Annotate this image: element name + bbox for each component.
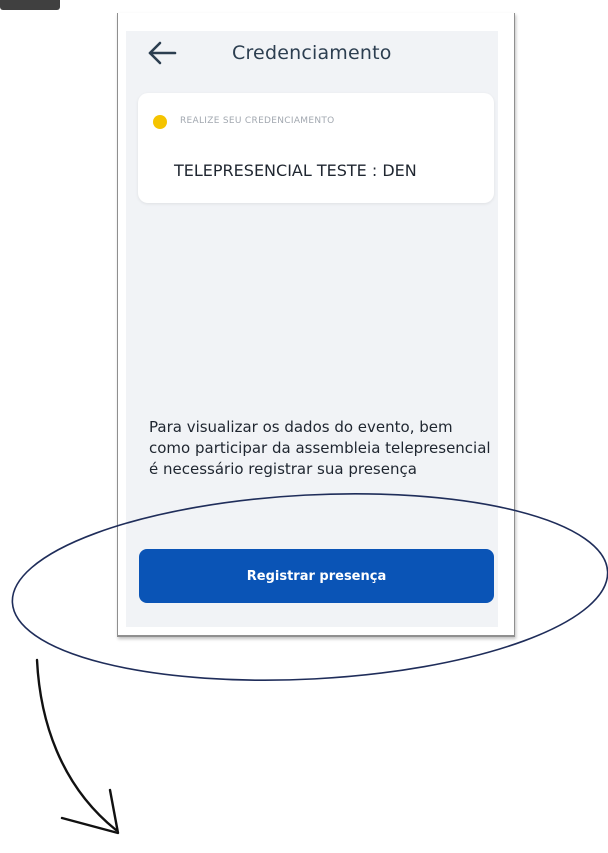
register-presence-button[interactable]: Registrar presença xyxy=(139,549,494,603)
credential-card[interactable]: REALIZE SEU CREDENCIAMENTO TELEPRESENCIA… xyxy=(138,93,494,203)
cropped-fragment xyxy=(0,0,60,10)
event-name: TELEPRESENCIAL TESTE : DEN xyxy=(174,161,417,180)
status-label: REALIZE SEU CREDENCIAMENTO xyxy=(180,116,335,126)
page-title: Credenciamento xyxy=(232,42,392,64)
phone-frame: Credenciamento REALIZE SEU CREDENCIAMENT… xyxy=(117,13,515,637)
status-dot-icon xyxy=(153,115,167,129)
arrow-shaft-icon xyxy=(35,658,118,832)
app-screen: Credenciamento REALIZE SEU CREDENCIAMENT… xyxy=(126,31,498,627)
arrow-head-icon xyxy=(60,788,120,835)
app-header: Credenciamento xyxy=(126,31,498,79)
info-text: Para visualizar os dados do evento, bem … xyxy=(149,418,491,478)
arrow-left-icon[interactable] xyxy=(147,41,177,65)
